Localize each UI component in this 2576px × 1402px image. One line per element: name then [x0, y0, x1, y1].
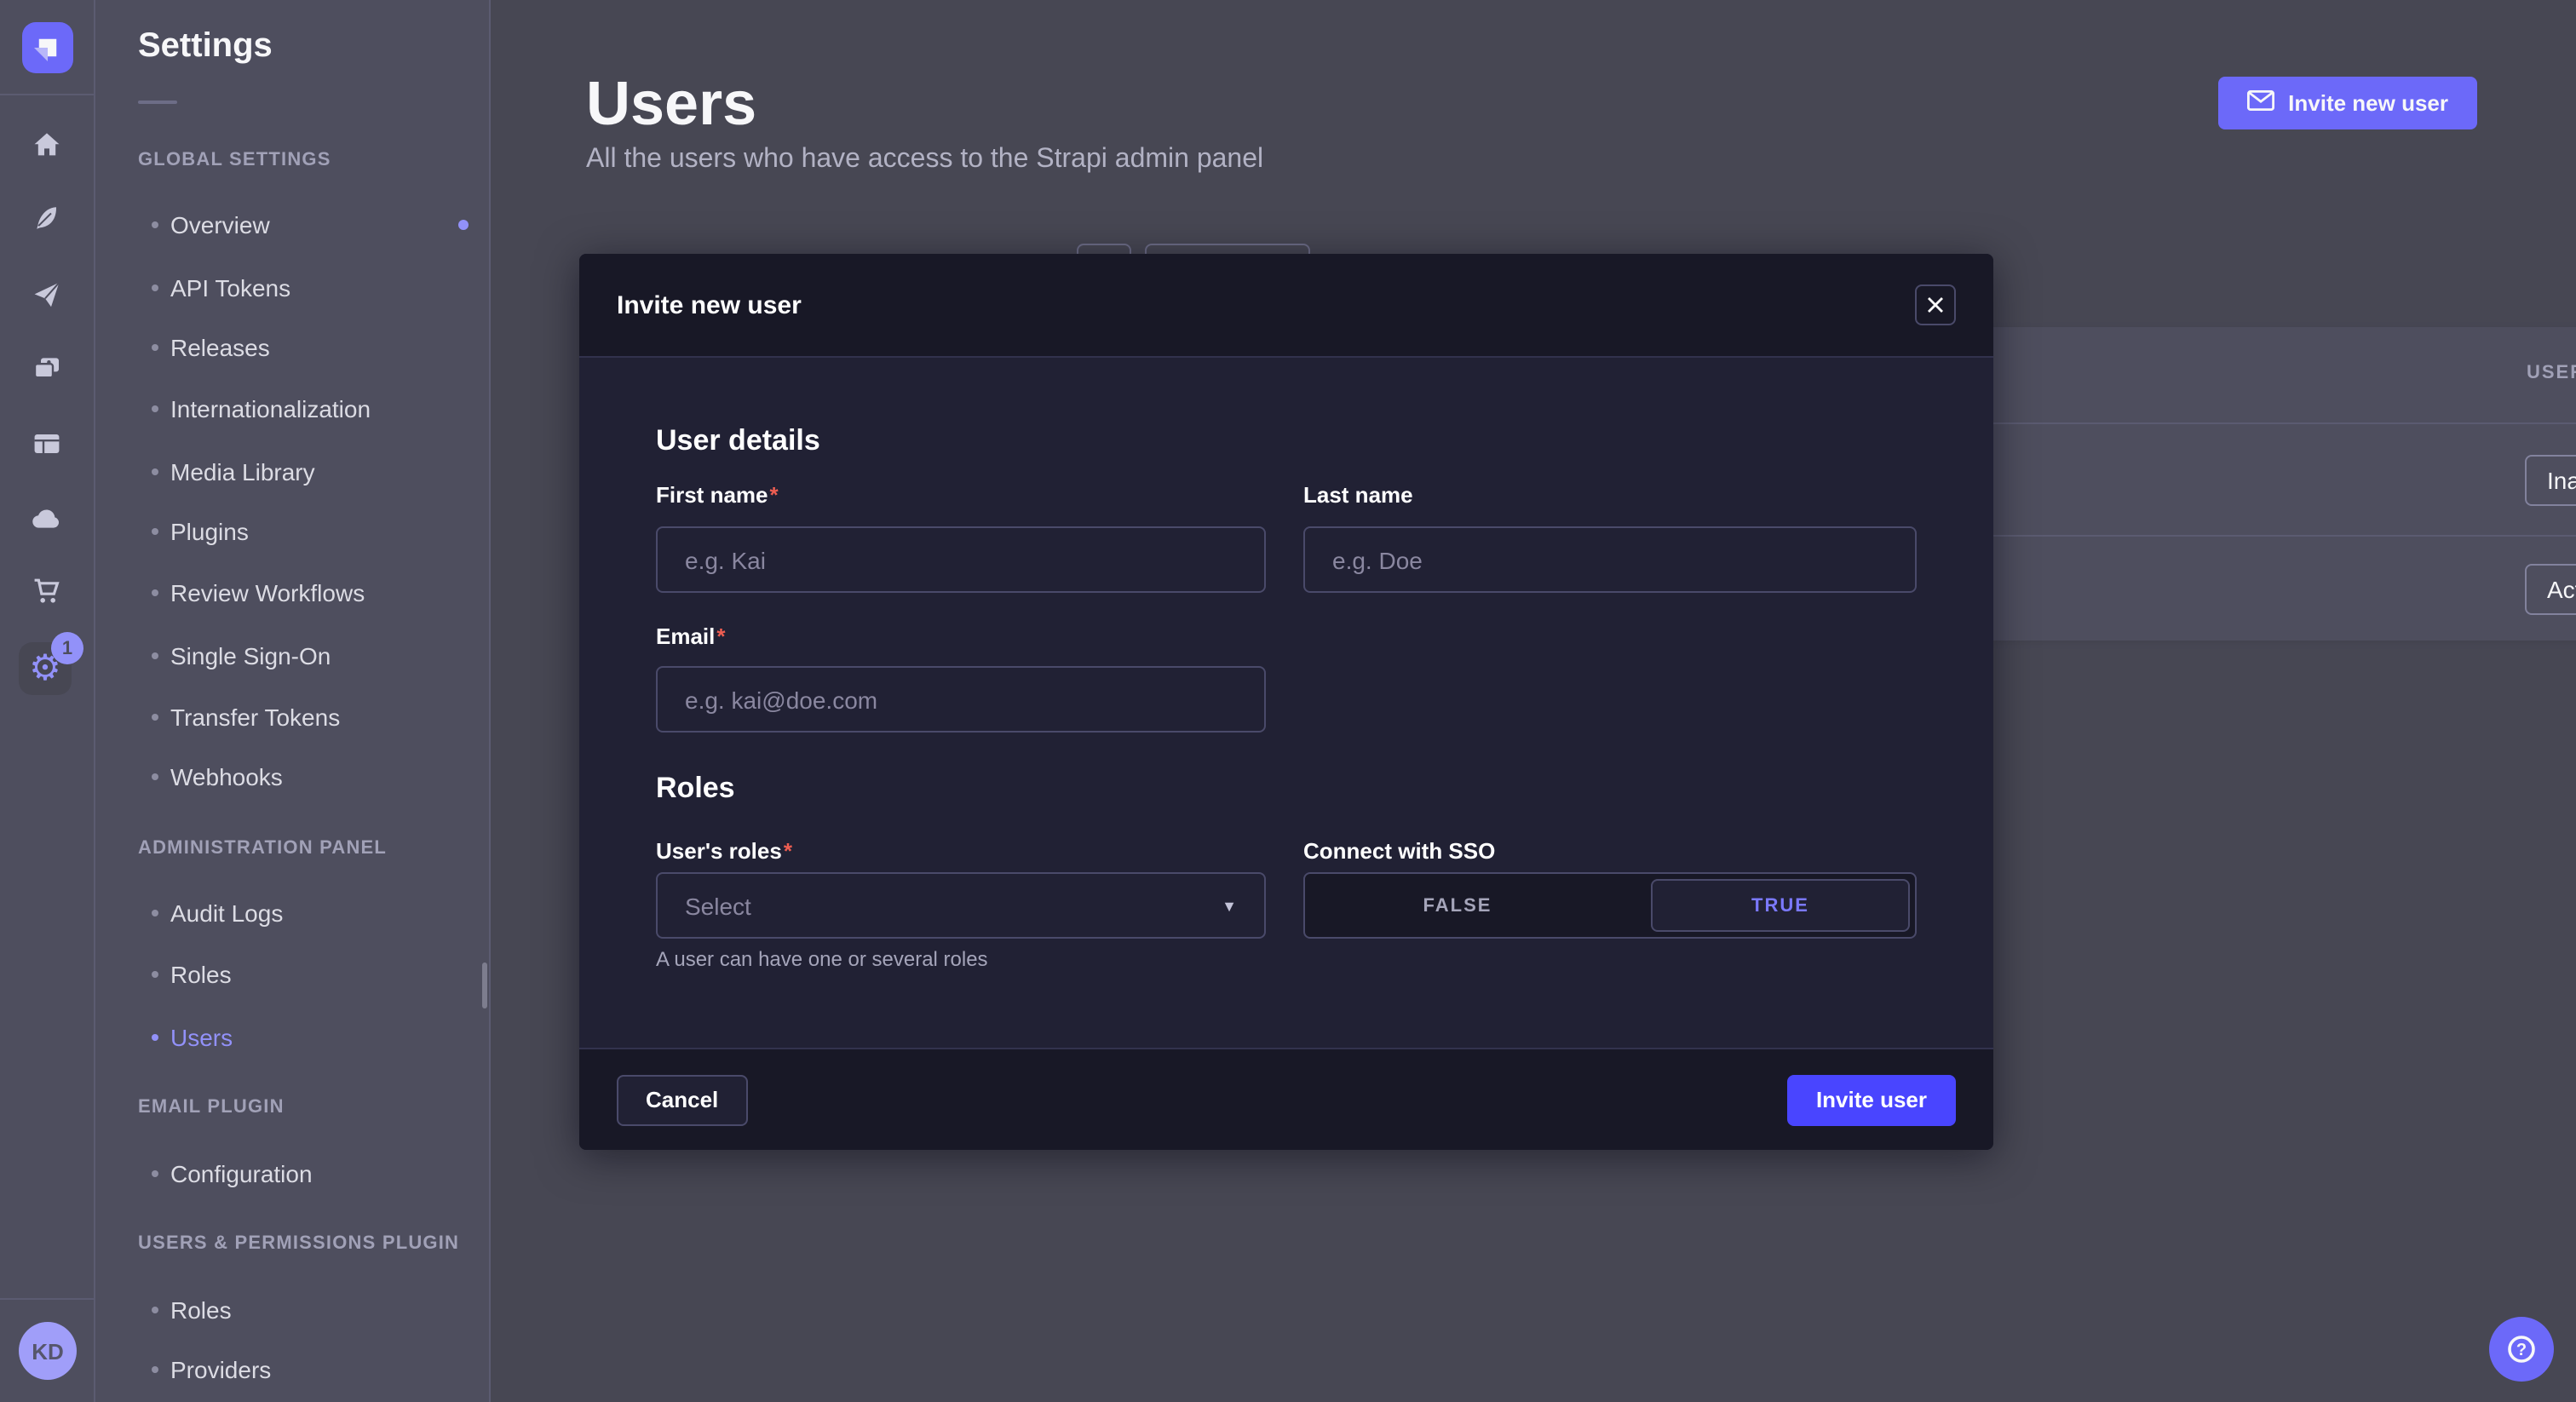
required-asterisk: * [784, 838, 792, 864]
invite-user-submit-button[interactable]: Invite user [1787, 1074, 1956, 1125]
required-asterisk: * [770, 482, 779, 508]
section-title-roles: Roles [656, 772, 735, 806]
modal-title: Invite new user [617, 291, 802, 320]
section-title-user-details: User details [656, 424, 820, 458]
required-asterisk: * [716, 623, 725, 649]
select-value: Select [685, 892, 751, 919]
user-roles-label: User's roles* [656, 838, 1266, 864]
roles-hint: A user can have one or several roles [656, 947, 988, 971]
email-label: Email* [656, 623, 1266, 649]
modal-header: Invite new user [579, 254, 1993, 358]
sso-toggle-false[interactable]: FALSE [1305, 874, 1610, 937]
last-name-label: Last name [1303, 482, 1917, 508]
first-name-input[interactable] [656, 526, 1266, 593]
invite-user-modal: Invite new user User details First name*… [579, 254, 1993, 1150]
last-name-input[interactable] [1303, 526, 1917, 593]
chevron-down-icon: ▼ [1222, 897, 1237, 914]
sso-label: Connect with SSO [1303, 838, 1917, 864]
sso-toggle: FALSE TRUE [1303, 872, 1917, 939]
first-name-label: First name* [656, 482, 1266, 508]
close-icon [1927, 296, 1944, 313]
modal-footer: Cancel Invite user [579, 1048, 1993, 1150]
close-button[interactable] [1915, 284, 1956, 325]
email-input[interactable] [656, 666, 1266, 733]
sso-toggle-true[interactable]: TRUE [1651, 879, 1910, 932]
user-roles-select[interactable]: Select ▼ [656, 872, 1266, 939]
cancel-button[interactable]: Cancel [617, 1074, 747, 1125]
